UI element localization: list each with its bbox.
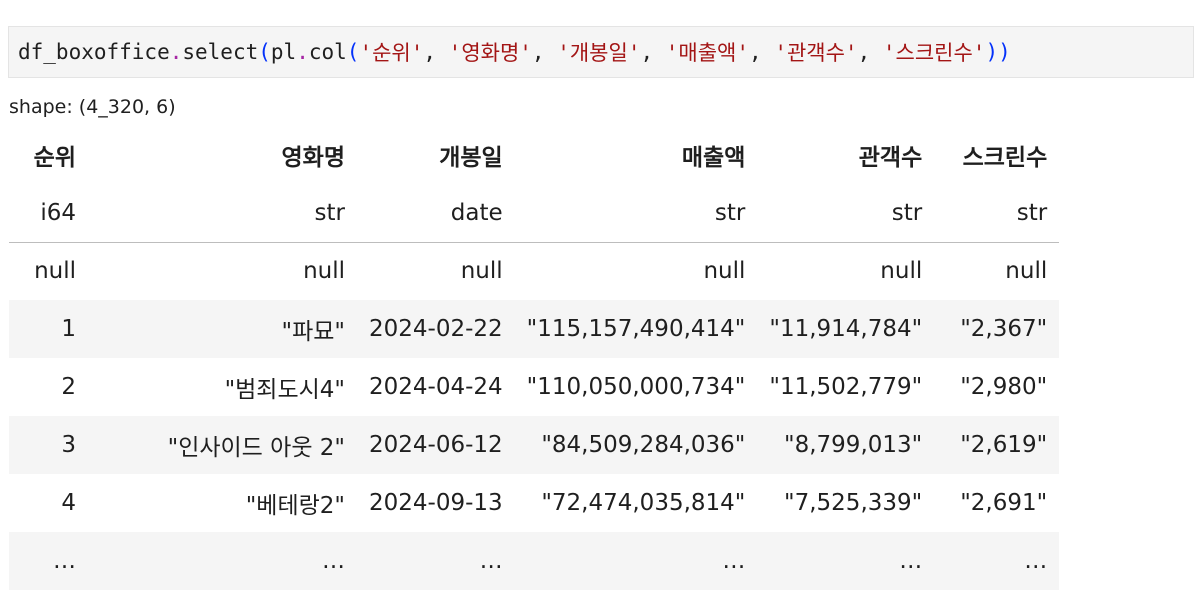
- code-arg: '스크린수': [882, 41, 986, 65]
- table-cell: …: [9, 532, 88, 590]
- code-sep: ,: [749, 40, 775, 64]
- table-row: 1 "파묘" 2024-02-22 "115,157,490,414" "11,…: [9, 300, 1060, 358]
- table-cell: 3: [9, 416, 88, 474]
- output-shape: shape: (4_320, 6): [9, 96, 176, 118]
- code-func: col: [308, 40, 347, 64]
- column-header: 영화명: [281, 145, 345, 171]
- code-module: pl: [270, 40, 297, 64]
- table-cell: 2024-09-13: [369, 490, 503, 516]
- table-cell: null: [880, 258, 923, 285]
- code-sep: ,: [531, 40, 558, 64]
- code-arg: '순위': [359, 41, 424, 65]
- code-arg: '개봉일': [557, 41, 641, 65]
- table-cell: …: [934, 532, 1060, 590]
- table-cell: null: [303, 258, 345, 285]
- table-row: 2 "범죄도시4" 2024-04-24 "110,050,000,734" "…: [9, 358, 1059, 416]
- table-cell: 2024-02-22: [357, 300, 515, 358]
- code-dot: .: [169, 40, 183, 64]
- table-cell: "110,050,000,734": [526, 374, 746, 400]
- table-cell: 1: [9, 300, 88, 358]
- column-header: 스크린수: [962, 145, 1048, 171]
- table-cell: …: [88, 532, 357, 590]
- table-cell: "인사이드 아웃 2": [88, 416, 357, 474]
- code-arg: '관객수': [774, 41, 858, 65]
- table-cell: "2,619": [934, 416, 1060, 474]
- code-sep: ,: [423, 40, 449, 64]
- column-header: 관객수: [858, 145, 923, 171]
- column-dtype: str: [757, 184, 935, 243]
- table-cell: …: [514, 532, 758, 590]
- table-cell: null: [34, 258, 76, 285]
- table-row-ellipsis: … … … … … …: [9, 532, 1060, 590]
- code-sep: ,: [857, 40, 883, 64]
- table-cell: "72,474,035,814": [541, 490, 746, 516]
- table-cell: 2024-04-24: [369, 374, 503, 400]
- column-dtype: str: [514, 184, 758, 243]
- code-dot: .: [296, 40, 309, 64]
- table-cell: "8,799,013": [757, 416, 935, 474]
- code-paren-close: )): [985, 40, 1011, 64]
- table-cell: null: [1005, 258, 1048, 285]
- table-row: 3 "인사이드 아웃 2" 2024-06-12 "84,509,284,036…: [9, 416, 1060, 474]
- code-cell[interactable]: df_boxoffice. select(pl. col('순위', '영화명', …: [8, 26, 1194, 78]
- table-cell: …: [357, 532, 515, 590]
- column-dtype: date: [357, 184, 515, 243]
- code-dataframe-name: df_boxoffice: [18, 40, 170, 64]
- table-cell: 2: [61, 374, 76, 400]
- table-cell: 4: [61, 490, 76, 516]
- table-row: null null null null null null: [9, 242, 1059, 300]
- column-header: 순위: [33, 145, 76, 171]
- code-sep: ,: [640, 40, 666, 64]
- code-method: select: [182, 40, 259, 64]
- dataframe-output: 순위 영화명 개봉일 매출액 관객수 스크린수 i64 str date str…: [9, 126, 1060, 590]
- table-cell: "2,691": [960, 490, 1048, 516]
- table-cell: "115,157,490,414": [514, 300, 758, 358]
- table-cell: null: [703, 258, 746, 285]
- header-row: 순위 영화명 개봉일 매출액 관객수 스크린수: [9, 126, 1059, 184]
- code-arg: '매출액': [665, 41, 750, 65]
- table-cell: "2,367": [934, 300, 1060, 358]
- table-cell: null: [460, 258, 503, 285]
- column-dtype: str: [88, 184, 357, 243]
- code-paren-open: (: [258, 40, 271, 64]
- column-header: 매출액: [681, 145, 746, 171]
- table-cell: "범죄도시4": [224, 377, 345, 403]
- table-cell: 2024-06-12: [357, 416, 515, 474]
- table-cell: "11,502,779": [769, 374, 923, 400]
- column-header: 개봉일: [439, 145, 503, 171]
- code-paren-open: (: [346, 40, 360, 64]
- dtype-row: i64 str date str str str: [9, 184, 1060, 243]
- table-cell: …: [757, 532, 935, 590]
- table-cell: "7,525,339": [784, 490, 923, 516]
- column-dtype: i64: [9, 184, 88, 243]
- table-cell: "베테랑2": [245, 493, 345, 519]
- table-cell: "11,914,784": [757, 300, 935, 358]
- table-cell: "84,509,284,036": [514, 416, 758, 474]
- table-row: 4 "베테랑2" 2024-09-13 "72,474,035,814" "7,…: [9, 474, 1059, 532]
- table-cell: "2,980": [960, 374, 1048, 400]
- table-cell: "파묘": [88, 300, 357, 358]
- column-dtype: str: [934, 184, 1060, 243]
- code-arg: '영화명': [448, 41, 532, 65]
